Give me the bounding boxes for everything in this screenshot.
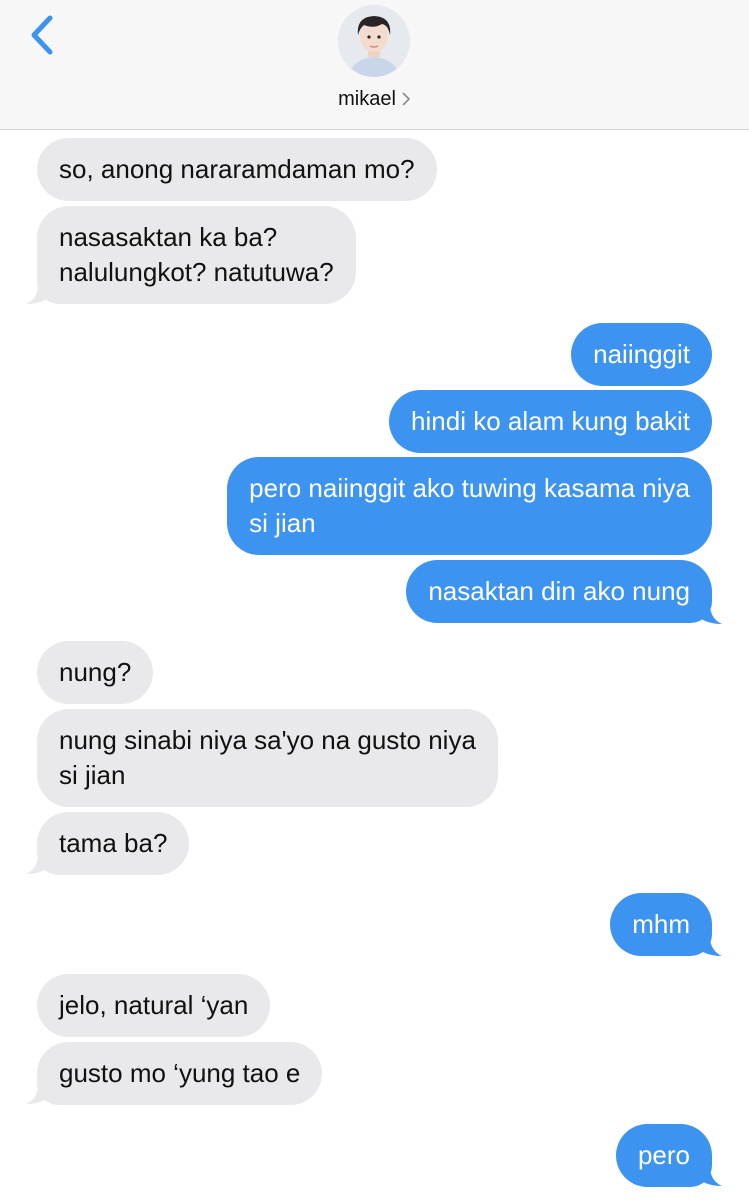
- contact-photo: [338, 5, 410, 77]
- message-text: pero: [637, 1140, 690, 1170]
- avatar[interactable]: [338, 5, 410, 77]
- message-line: si jian: [59, 760, 126, 790]
- back-button[interactable]: [26, 14, 60, 56]
- chevron-left-icon: [31, 15, 53, 55]
- incoming-message[interactable]: nasasaktan ka ba? nalulungkot? natutuwa?: [37, 206, 356, 304]
- message-text: nung?: [59, 657, 132, 687]
- bubble-tail: [696, 1160, 722, 1186]
- outgoing-message[interactable]: pero naiinggit ako tuwing kasama niya si…: [227, 457, 712, 555]
- bubble-tail: [26, 278, 52, 304]
- message-line: nung sinabi niya sa'yo na gusto niya: [59, 725, 476, 755]
- bubble-tail: [26, 1078, 52, 1104]
- message-text: so, anong nararamdaman mo?: [59, 154, 415, 184]
- message-text: gusto mo ‘yung tao e: [59, 1058, 301, 1088]
- outgoing-message[interactable]: naiinggit: [571, 323, 712, 386]
- message-text: hindi ko alam kung bakit: [411, 406, 690, 436]
- bubble-tail: [26, 848, 52, 874]
- message-line: nasasaktan ka ba?: [59, 222, 278, 252]
- bubble-tail: [696, 598, 722, 624]
- message-line: si jian: [249, 508, 316, 538]
- incoming-message[interactable]: nung?: [37, 641, 154, 704]
- outgoing-message[interactable]: hindi ko alam kung bakit: [389, 390, 712, 453]
- chevron-right-icon: [402, 92, 411, 106]
- incoming-message[interactable]: nung sinabi niya sa'yo na gusto niya si …: [37, 709, 498, 807]
- outgoing-message[interactable]: nasaktan din ako nung: [406, 560, 712, 623]
- message-line: pero naiinggit ako tuwing kasama niya: [249, 473, 690, 503]
- incoming-message[interactable]: so, anong nararamdaman mo?: [37, 138, 437, 201]
- incoming-message[interactable]: tama ba?: [37, 812, 190, 875]
- message-text: mhm: [632, 909, 690, 939]
- message-text: tama ba?: [59, 828, 168, 858]
- bubble-tail: [696, 930, 722, 956]
- message-text: nasaktan din ako nung: [428, 576, 690, 606]
- message-line: nalulungkot? natutuwa?: [59, 257, 334, 287]
- contact-name-button[interactable]: mikael: [0, 84, 749, 114]
- incoming-message[interactable]: gusto mo ‘yung tao e: [37, 1042, 323, 1105]
- conversation-header: mikael: [0, 0, 749, 130]
- message-text: jelo, natural ‘yan: [59, 990, 249, 1020]
- incoming-message[interactable]: jelo, natural ‘yan: [37, 974, 271, 1037]
- message-text: naiinggit: [593, 339, 690, 369]
- contact-name: mikael: [338, 87, 396, 110]
